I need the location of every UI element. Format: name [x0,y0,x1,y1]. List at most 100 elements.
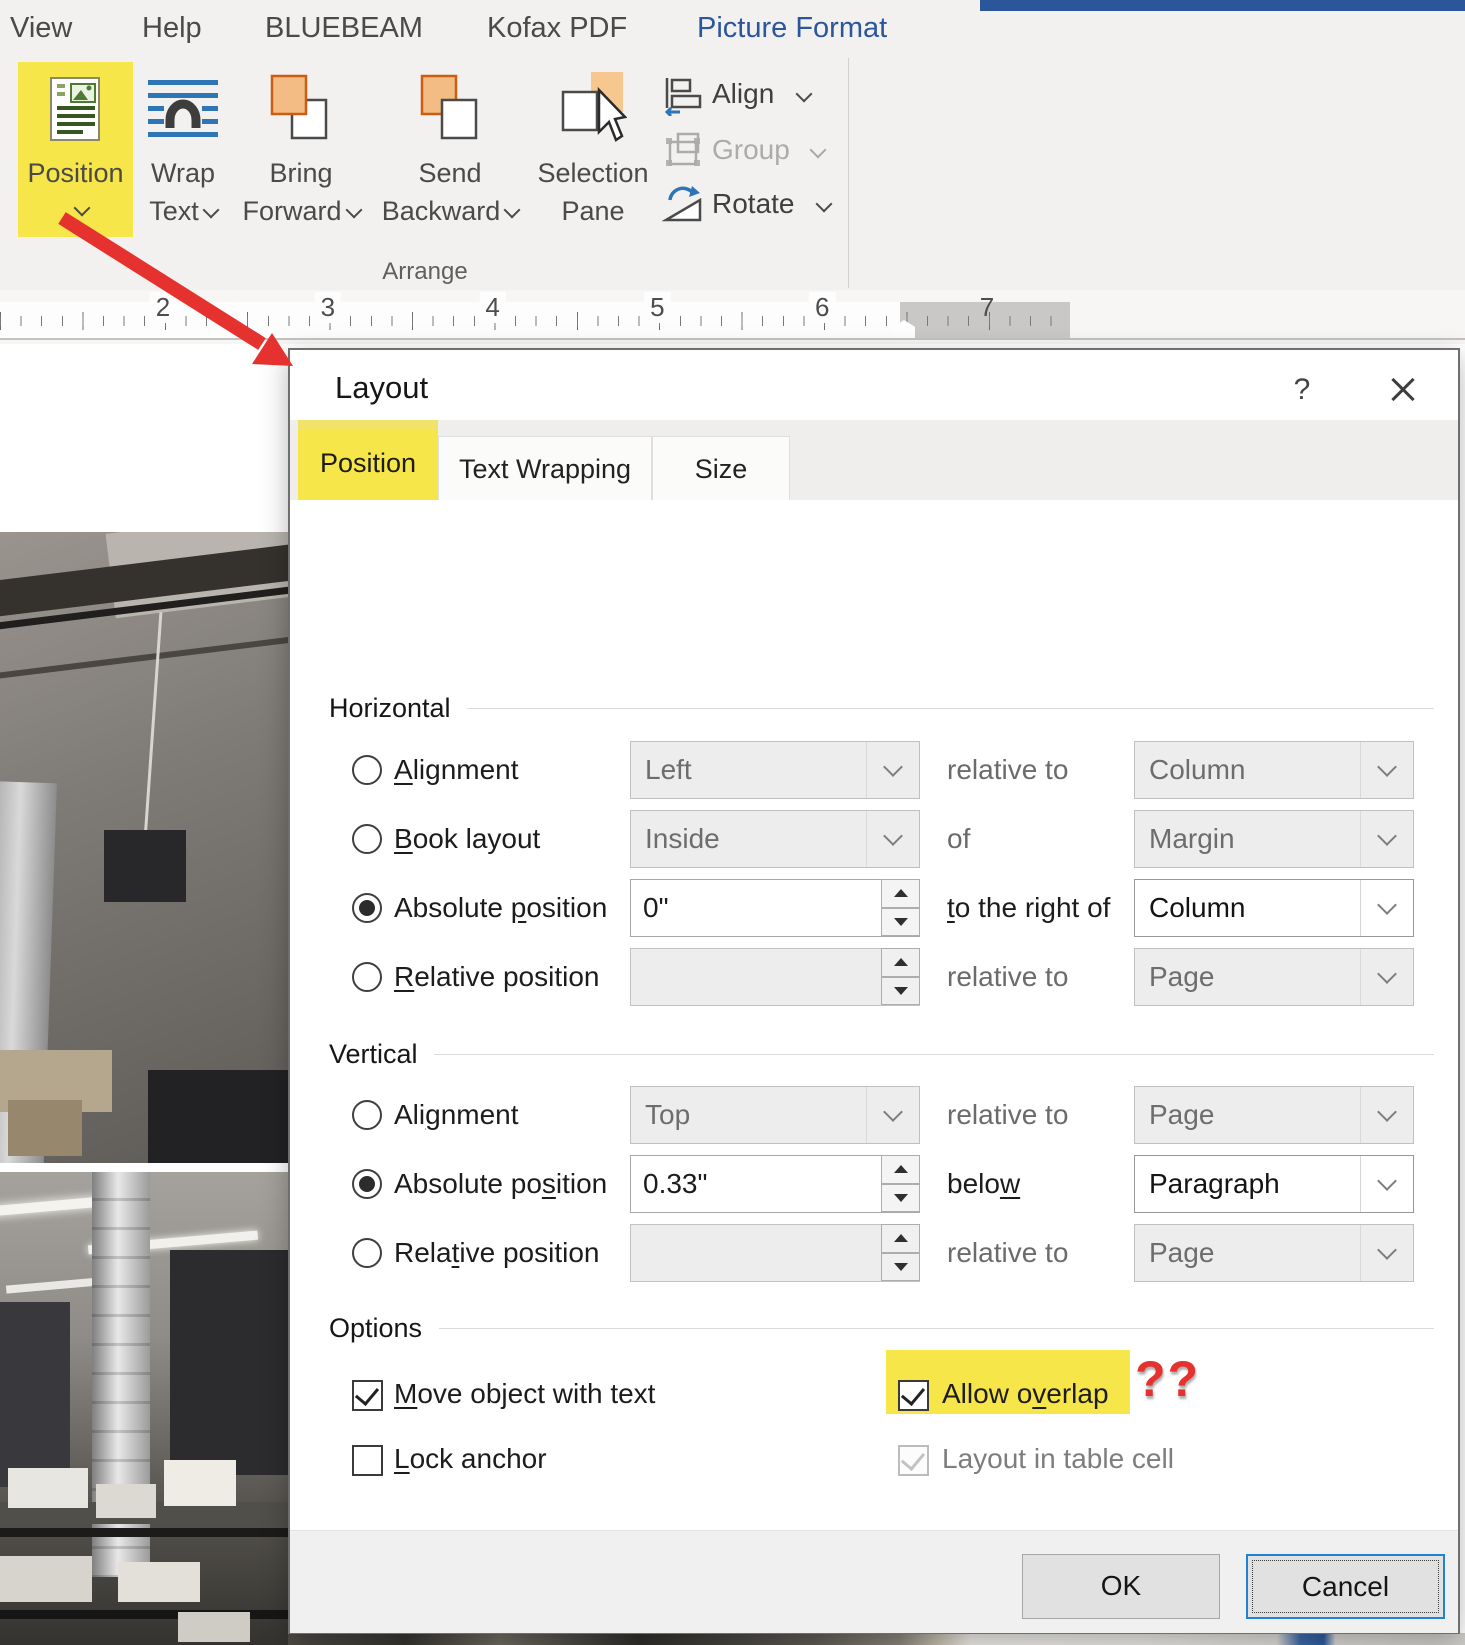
ribbon-tab-help[interactable]: Help [142,12,202,45]
radio-book-layout[interactable] [352,824,382,854]
radio-v-absolute-position[interactable] [352,1169,382,1199]
spin-down-button[interactable] [881,976,920,1005]
radio-h-alignment[interactable] [352,755,382,785]
checkbox-lock-anchor[interactable] [352,1445,383,1476]
rotate-icon [662,184,704,224]
position-icon [47,76,103,142]
checkbox-move-object-with-text[interactable] [352,1380,383,1411]
book-layout-dropdown[interactable]: Inside [630,810,920,868]
ribbon-tab-kofax-pdf[interactable]: Kofax PDF [487,12,627,45]
document-photo-ceiling[interactable] [0,532,288,1163]
radio-h-relative-position[interactable] [352,962,382,992]
ribbon-tab-picture-format[interactable]: Picture Format [697,12,887,45]
h-relative-relative-dropdown[interactable]: Page [1134,948,1414,1006]
cancel-button[interactable]: Cancel [1246,1554,1445,1619]
ruler-number: 6 [808,292,836,323]
section-rule [467,708,1434,709]
wrap-text-label-2: Text [138,196,228,227]
book-layout-relation-label: of [947,823,971,854]
v-absolute-position-input[interactable]: 0.33" [630,1155,920,1213]
spin-up-button[interactable] [881,1224,920,1253]
group-button[interactable]: Group [664,130,827,172]
chevron-down-icon [883,757,903,777]
radio-v-relative-position[interactable] [352,1238,382,1268]
h-alignment-relation-label: relative to [947,754,1069,785]
chevron-down-icon [883,1102,903,1122]
tab-text-wrapping[interactable]: Text Wrapping [438,436,652,500]
position-button[interactable]: Position [18,62,133,237]
chevron-down-icon [202,201,220,219]
ribbon-tab-bluebeam[interactable]: BLUEBEAM [265,12,423,45]
radio-h-absolute-position[interactable] [352,893,382,923]
rotate-button-label: Rotate [712,188,795,219]
send-backward-label-2: Backward [380,196,521,227]
radio-v-alignment[interactable] [352,1100,382,1130]
checkbox-allow-overlap[interactable] [898,1380,929,1411]
tab-size[interactable]: Size [652,436,790,500]
bring-forward-button[interactable]: Bring Forward [240,62,363,242]
align-button-label: Align [712,78,775,109]
bring-forward-icon [268,72,330,144]
chevron-down-icon [73,199,91,217]
radio-v-alignment-label: Alignment [394,1099,519,1130]
section-rule [439,1328,1434,1329]
tab-position[interactable]: Position [298,420,438,500]
h-absolute-relative-dropdown[interactable]: Column [1134,879,1414,937]
v-alignment-relation-label: relative to [947,1099,1069,1130]
wrap-text-icon [148,78,218,144]
row-h-alignment: Alignment Left relative to Column [290,741,1458,799]
ruler-numbers: 2 3 4 5 6 7 [0,290,1070,326]
v-relative-relative-dropdown[interactable]: Page [1134,1224,1414,1282]
h-alignment-dropdown[interactable]: Left [630,741,920,799]
radio-h-alignment-label: Alignment [394,754,519,785]
v-relative-position-input[interactable] [630,1224,920,1282]
section-label-horizontal: Horizontal [329,693,451,723]
h-alignment-relative-dropdown[interactable]: Column [1134,741,1414,799]
dialog-title: Layout [335,370,429,405]
dialog-help-button[interactable]: ? [1280,368,1324,412]
spin-up-button[interactable] [881,879,920,908]
ribbon-tab-view[interactable]: View [10,12,72,45]
radio-v-relative-position-label: Relative position [394,1237,600,1268]
spin-up-button[interactable] [881,1155,920,1184]
bring-forward-label-2: Forward [240,196,363,227]
align-button[interactable]: Align [664,76,824,118]
v-absolute-relative-dropdown[interactable]: Paragraph [1134,1155,1414,1213]
h-relative-position-input[interactable] [630,948,920,1006]
spin-up-button[interactable] [881,948,920,977]
ok-button[interactable]: OK [1022,1554,1220,1619]
spin-down-button[interactable] [881,907,920,936]
v-alignment-dropdown[interactable]: Top [630,1086,920,1144]
checkbox-layout-in-table-cell[interactable] [898,1445,929,1476]
selection-pane-icon [561,70,627,144]
checkbox-lock-anchor-label: Lock anchor [394,1443,547,1474]
row-h-book-layout: Book layout Inside of Margin [290,810,1458,868]
book-layout-relative-dropdown[interactable]: Margin [1134,810,1414,868]
spin-down-button[interactable] [881,1183,920,1212]
send-backward-icon [418,72,480,144]
rotate-button[interactable]: Rotate [662,184,833,226]
dialog-close-button[interactable] [1378,368,1424,412]
chevron-down-icon [815,195,833,213]
document-photo-strip-under-dialog [288,1633,1465,1645]
align-icon [664,78,704,116]
focus-outline [1252,1560,1439,1613]
chevron-down-icon [1377,1171,1397,1191]
send-backward-button[interactable]: Send Backward [380,62,521,242]
wrap-text-button[interactable]: Wrap Text [146,62,220,242]
selection-pane-label-2: Pane [561,196,625,226]
radio-h-absolute-position-label: Absolute position [394,892,608,923]
wrap-text-label-1: Wrap [150,158,216,188]
radio-v-absolute-position-label: Absolute position [394,1168,608,1199]
group-icon [664,130,704,170]
bring-forward-label-1: Bring [269,158,333,188]
chevron-down-icon [1377,1240,1397,1260]
spin-down-button[interactable] [881,1252,920,1281]
v-alignment-relative-dropdown[interactable]: Page [1134,1086,1414,1144]
dialog-content: Horizontal Alignment Left relative to Co… [290,500,1458,1530]
h-absolute-position-input[interactable]: 0" [630,879,920,937]
radio-book-layout-label: Book layout [394,823,541,854]
layout-dialog: Layout ? Position Text Wrapping Size Hor… [288,348,1460,1634]
document-photo-lab[interactable] [0,1172,288,1645]
selection-pane-button[interactable]: Selection Pane [535,62,651,242]
